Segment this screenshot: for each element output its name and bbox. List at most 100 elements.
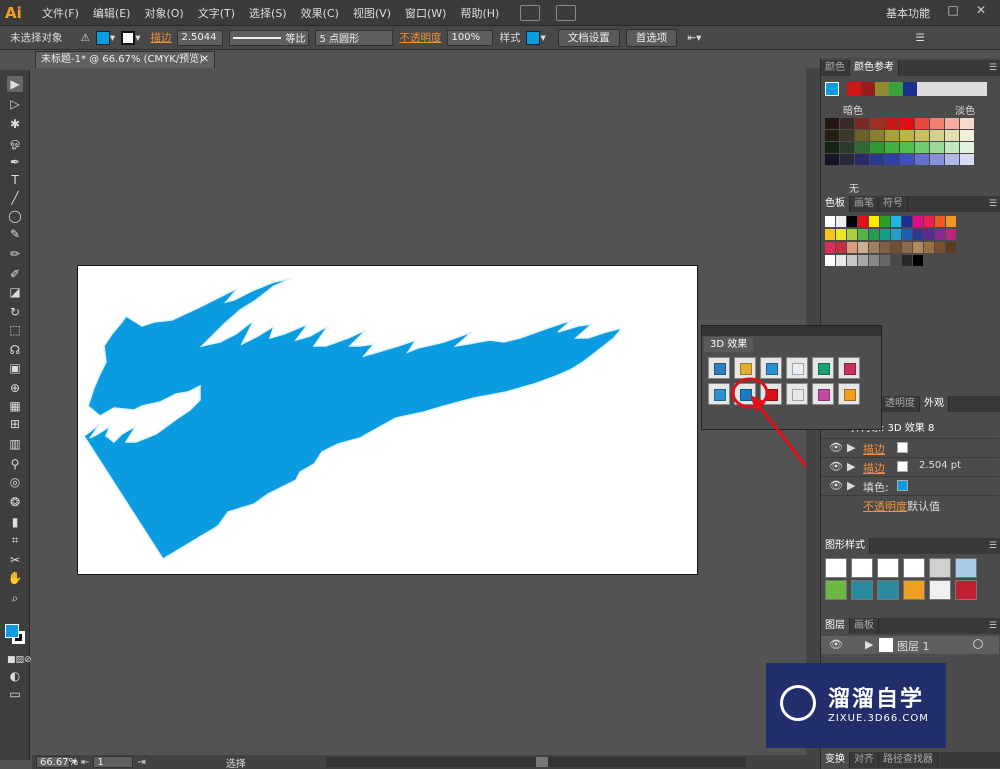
color-guide-swatch[interactable]	[960, 130, 974, 141]
menu-window[interactable]: 窗口(W)	[398, 5, 453, 21]
appearance-label[interactable]: 不透明度	[863, 498, 907, 514]
arrange-documents-icon[interactable]	[556, 4, 577, 21]
slice-tool-icon[interactable]: ✂	[7, 552, 23, 568]
panel-menu-icon[interactable]: ☰	[989, 60, 997, 76]
color-guide-swatch[interactable]	[885, 142, 899, 153]
menu-object[interactable]: 对象(O)	[137, 5, 190, 21]
color-guide-swatch[interactable]	[855, 118, 869, 129]
color-guide-swatch[interactable]	[945, 130, 959, 141]
type-tool-icon[interactable]: T	[7, 172, 23, 188]
graphic-style-tile[interactable]	[903, 558, 925, 578]
tab-color-guide[interactable]: 颜色参考	[850, 60, 899, 76]
line-tool-icon[interactable]: ╱	[7, 190, 23, 206]
graphic-style-tile[interactable]	[955, 580, 977, 600]
tab-transparency[interactable]: 透明度	[881, 396, 920, 412]
magic-wand-tool-icon[interactable]: ✱	[7, 116, 23, 132]
swatch[interactable]	[946, 216, 956, 227]
pen-tool-icon[interactable]: ✒	[7, 154, 23, 170]
color-mode-icons[interactable]: ■▨⊘	[7, 652, 32, 668]
3d-effect-tile[interactable]	[786, 383, 808, 405]
expand-arrow-icon[interactable]: ▶	[865, 638, 873, 651]
layer-name[interactable]: 图层 1	[897, 638, 930, 654]
fill-stroke-indicator[interactable]	[5, 624, 25, 644]
swatch[interactable]	[891, 242, 901, 253]
appearance-label[interactable]: 描边	[863, 460, 885, 476]
swatch[interactable]	[946, 229, 956, 240]
color-guide-swatch[interactable]	[825, 130, 839, 141]
swatch[interactable]	[891, 255, 901, 266]
color-guide-swatch[interactable]	[885, 130, 899, 141]
eyedropper-tool-icon[interactable]: ⚲	[7, 456, 23, 472]
panel-header-bar[interactable]	[702, 326, 881, 336]
align-icon[interactable]: ⇤▾	[687, 32, 701, 44]
swatch[interactable]	[924, 229, 934, 240]
swatch[interactable]	[836, 229, 846, 240]
graphic-style-tile[interactable]	[929, 580, 951, 600]
color-guide-grid[interactable]	[825, 118, 985, 178]
color-guide-swatch[interactable]	[840, 142, 854, 153]
color-guide-swatch[interactable]	[855, 130, 869, 141]
swatch[interactable]	[902, 242, 912, 253]
color-guide-swatch[interactable]	[945, 118, 959, 129]
swatch[interactable]	[935, 229, 945, 240]
free-transform-tool-icon[interactable]: ▣	[7, 360, 23, 376]
warp-tool-icon[interactable]: ☊	[7, 342, 23, 358]
close-button[interactable]: ✕	[970, 3, 992, 21]
swatch[interactable]	[935, 216, 945, 227]
swatch[interactable]	[913, 216, 923, 227]
appearance-row-opacity[interactable]: 不透明度 默认值	[821, 495, 999, 513]
stroke-weight-field[interactable]: 2.5044	[177, 29, 224, 46]
graphic-style-tile[interactable]	[955, 558, 977, 578]
target-circle-icon[interactable]	[973, 639, 983, 649]
swatch[interactable]	[924, 216, 934, 227]
mesh-tool-icon[interactable]: ⊞	[7, 416, 23, 432]
3d-effect-tile[interactable]	[708, 383, 730, 405]
graphic-style-tile[interactable]	[851, 558, 873, 578]
swatch[interactable]	[869, 216, 879, 227]
zoom-tool-icon[interactable]: ⌕	[7, 590, 23, 606]
close-document-icon[interactable]: ✕	[201, 52, 209, 68]
tab-3d-effects[interactable]: 3D 效果	[704, 337, 754, 352]
swatch[interactable]	[880, 229, 890, 240]
color-guide-swatch[interactable]	[915, 142, 929, 153]
color-guide-swatch[interactable]	[825, 154, 839, 165]
color-guide-swatch[interactable]	[870, 118, 884, 129]
expand-arrow-icon[interactable]: ▶	[847, 479, 855, 492]
3d-effect-tile[interactable]	[838, 357, 860, 379]
swatch[interactable]	[858, 229, 868, 240]
swatch[interactable]	[913, 229, 923, 240]
stroke-label-link[interactable]: 描边	[150, 30, 171, 45]
bridge-icon[interactable]	[520, 4, 541, 21]
menu-edit[interactable]: 编辑(E)	[86, 5, 138, 21]
swatch[interactable]	[946, 242, 956, 253]
column-graph-tool-icon[interactable]: ▮	[7, 514, 23, 530]
3d-effect-tile[interactable]	[734, 357, 756, 379]
tab-pathfinder[interactable]: 路径查找器	[879, 752, 938, 768]
color-guide-swatch[interactable]	[885, 118, 899, 129]
visibility-eye-icon[interactable]: 👁	[829, 460, 843, 473]
color-guide-swatch[interactable]	[870, 142, 884, 153]
minimize-button[interactable]: –	[916, 3, 938, 21]
harmony-rules-bar[interactable]	[847, 82, 987, 96]
color-guide-swatch[interactable]	[885, 154, 899, 165]
maximize-button[interactable]: □	[942, 3, 964, 21]
color-guide-swatch[interactable]	[855, 142, 869, 153]
color-guide-swatch[interactable]	[870, 130, 884, 141]
appearance-row-stroke-2[interactable]: 👁 ▶ 描边 2.504 pt	[821, 457, 999, 475]
opacity-label-link[interactable]: 不透明度	[399, 30, 441, 45]
color-guide-swatch[interactable]	[930, 142, 944, 153]
color-guide-swatch[interactable]	[930, 154, 944, 165]
swatch[interactable]	[825, 242, 835, 253]
3d-effect-tile[interactable]	[708, 357, 730, 379]
artboard[interactable]	[77, 265, 698, 575]
graphic-style-tile[interactable]	[825, 580, 847, 600]
variable-width-profile[interactable]: 等比	[229, 29, 310, 46]
color-guide-swatch[interactable]	[945, 154, 959, 165]
color-guide-swatch[interactable]	[825, 142, 839, 153]
color-guide-swatch[interactable]	[870, 154, 884, 165]
brush-definition[interactable]: 5 点圆形	[315, 29, 394, 46]
tab-align[interactable]: 对齐	[850, 752, 879, 768]
blend-tool-icon[interactable]: ◎	[7, 474, 23, 490]
ellipse-tool-icon[interactable]: ◯	[7, 208, 23, 224]
color-guide-swatch[interactable]	[960, 142, 974, 153]
